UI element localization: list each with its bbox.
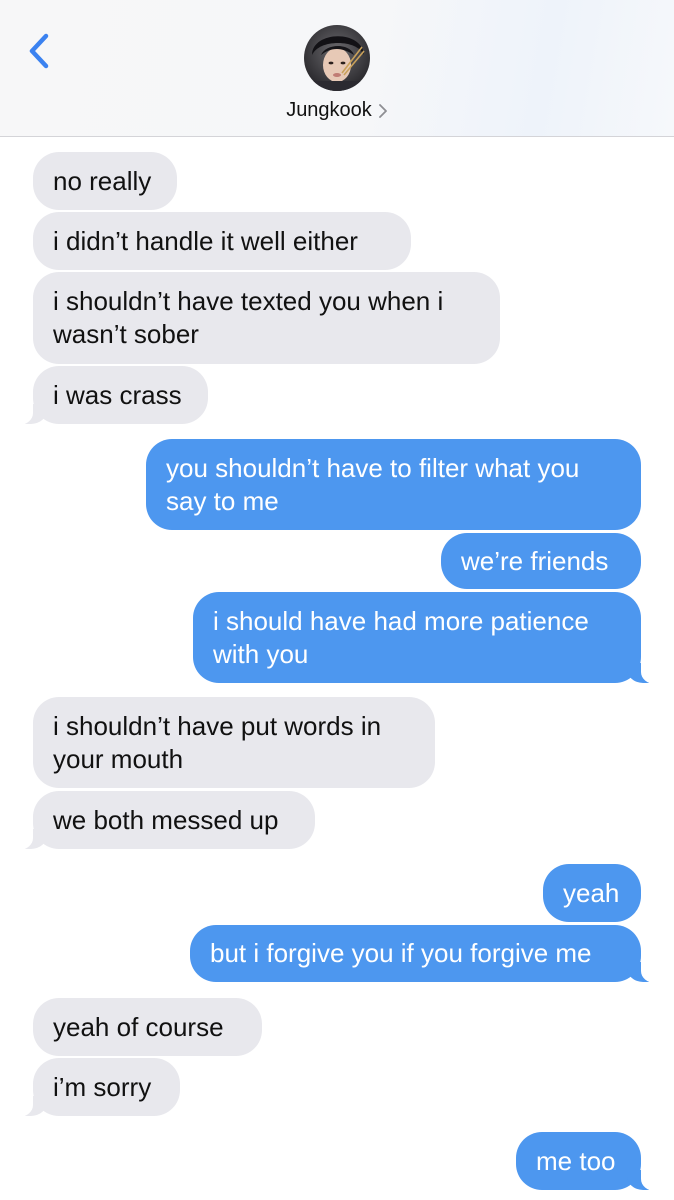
message-bubble-incoming[interactable]: i shouldn’t have texted you when i wasn’… [33,272,500,364]
contact-avatar[interactable] [304,25,370,91]
message-bubble-incoming[interactable]: i’m sorry [7,1058,180,1117]
message-bubble-outgoing[interactable]: but i forgive you if you forgive me [190,925,667,983]
message-text-line: you shouldn’t have to filter what you [166,452,580,483]
message-text: me too [536,1145,616,1176]
message-bubble-incoming[interactable]: yeah of course [33,998,262,1056]
message-text: we’re friends [461,545,609,576]
message-bubble-incoming[interactable]: i shouldn’t have put words in your mouth [33,697,435,788]
message-text: i’m sorry [53,1071,152,1102]
message-bubble-incoming[interactable]: no really [33,152,177,210]
contact-name-link[interactable]: Jungkook [0,96,674,124]
message-text: i didn’t handle it well either [53,225,358,256]
conversation-header: Jungkook [0,0,674,137]
avatar-photo [304,25,370,91]
message-bubble-outgoing[interactable]: i should have had more patience with you [193,592,667,684]
back-button[interactable] [22,30,56,72]
message-text-line: wasn’t sober [53,319,199,349]
message-text: yeah [563,877,620,908]
chevron-right-icon [378,104,387,118]
message-bubble-outgoing[interactable]: me too [516,1132,667,1191]
message-text: we both messed up [53,804,279,835]
message-bubble-outgoing[interactable]: you shouldn’t have to filter what you sa… [146,439,641,530]
message-text-line: i shouldn’t have put words in [53,710,382,741]
message-text-line: i should have had more patience [213,605,589,636]
contact-name: Jungkook [286,98,372,121]
message-bubble-incoming[interactable]: we both messed up [7,791,315,850]
message-bubble-incoming[interactable]: i was crass [7,366,208,425]
message-text: i was crass [53,379,182,410]
message-bubble-outgoing[interactable]: we’re friends [441,533,641,589]
message-text-line: say to me [166,485,279,516]
message-text: yeah of course [53,1011,224,1042]
message-text-line: your mouth [53,743,184,774]
message-text: no really [53,165,152,196]
message-text: but i forgive you if you forgive me [210,938,592,968]
message-text-line: with you [213,638,309,669]
message-bubble-outgoing[interactable]: yeah [543,864,641,922]
message-bubble-incoming[interactable]: i didn’t handle it well either [33,212,411,270]
chevron-left-icon [29,33,49,69]
message-text-line: i shouldn’t have texted you when i [53,286,444,316]
